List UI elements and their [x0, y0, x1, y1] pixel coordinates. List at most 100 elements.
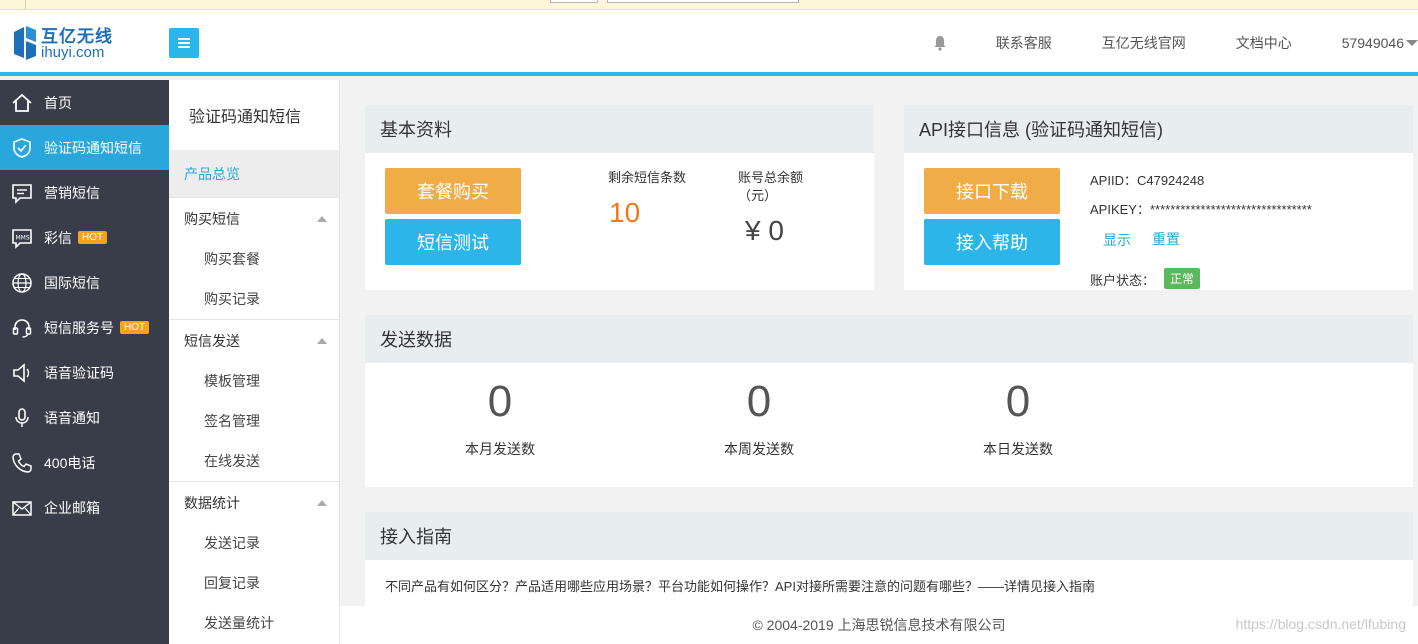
- logo-en-text: ihuyi.com: [41, 44, 105, 61]
- hot-badge: HOT: [78, 231, 108, 244]
- copyright-text: © 2004-2019 上海思锐信息技术有限公司: [752, 617, 1006, 633]
- daily-sent-label: 本日发送数: [983, 441, 1053, 457]
- sub-navigation: 验证码通知短信 产品总览 购买短信 购买套餐 购买记录 短信发送 模板管理 签名…: [169, 80, 340, 644]
- weekly-sent-value: 0: [746, 377, 772, 426]
- nav-link-support[interactable]: 联系客服: [996, 33, 1052, 53]
- svg-text:MMS: MMS: [16, 234, 30, 241]
- sidebar-item-400-phone[interactable]: 400电话: [0, 440, 169, 485]
- sidebar: 首页 验证码通知短信 营销短信 MMS 彩信 HOT 国际短信 短信服务号 HO…: [0, 80, 169, 644]
- subnav-item-overview[interactable]: 产品总览: [169, 150, 339, 197]
- integration-guide-panel: 接入指南 不同产品有如何区分？产品适用哪些应用场景？平台功能如何操作？API对接…: [365, 512, 1413, 606]
- collapse-up-icon: [317, 499, 327, 506]
- account-balance-label: 账号总余额（元）: [738, 170, 804, 203]
- show-apikey-link[interactable]: 显示: [1103, 230, 1131, 250]
- sidebar-item-verification-sms[interactable]: 验证码通知短信: [0, 125, 169, 170]
- subnav-item-reply-records[interactable]: 回复记录: [169, 563, 339, 603]
- sidebar-item-voice-verification[interactable]: 语音验证码: [0, 350, 169, 395]
- menu-toggle-button[interactable]: [169, 28, 199, 58]
- sms-test-button[interactable]: 短信测试: [385, 219, 521, 265]
- sidebar-item-home[interactable]: 首页: [0, 80, 169, 125]
- apiid-row: APIID：C47924248: [1090, 170, 1204, 189]
- panel-title: 接入指南: [365, 512, 1413, 560]
- sidebar-item-label: 首页: [44, 94, 72, 111]
- logo[interactable]: 互亿无线 ihuyi.com: [12, 20, 142, 64]
- panel-title: 基本资料: [365, 105, 874, 153]
- monthly-sent-value: 0: [487, 377, 513, 426]
- subnav-item-template-management[interactable]: 模板管理: [169, 361, 339, 401]
- apikey-label: APIKEY：: [1090, 202, 1150, 217]
- apikey-value: ********************************: [1149, 202, 1312, 217]
- sidebar-item-sms-service-account[interactable]: 短信服务号 HOT: [0, 305, 169, 350]
- apikey-row: APIKEY：********************************: [1090, 199, 1312, 218]
- subnav-item-send-records[interactable]: 发送记录: [169, 523, 339, 563]
- message-icon: [10, 181, 34, 205]
- sidebar-item-mms[interactable]: MMS 彩信 HOT: [0, 215, 169, 260]
- sidebar-item-label: 国际短信: [44, 274, 100, 291]
- bell-icon[interactable]: [932, 35, 948, 51]
- caret-down-icon: [1406, 40, 1418, 46]
- apiid-label: APIID：: [1090, 173, 1137, 188]
- subnav-item-online-send[interactable]: 在线发送: [169, 441, 339, 481]
- sidebar-item-label: 短信服务号: [44, 319, 114, 336]
- subnav-group-label: 数据统计: [184, 494, 240, 511]
- subnav-group-sms-send[interactable]: 短信发送: [169, 319, 339, 361]
- browser-notification-bar: [0, 0, 1418, 10]
- send-data-panel: 发送数据 0 本月发送数 0 本周发送数 0 本日发送数: [365, 315, 1413, 487]
- sidebar-item-enterprise-mail[interactable]: 企业邮箱: [0, 485, 169, 530]
- subnav-item-buy-package[interactable]: 购买套餐: [169, 239, 339, 279]
- microphone-icon: [10, 406, 34, 430]
- notification-bar-box[interactable]: [550, 0, 598, 3]
- subnav-group-buy-sms[interactable]: 购买短信: [169, 197, 339, 239]
- home-icon: [10, 91, 34, 115]
- sidebar-item-marketing-sms[interactable]: 营销短信: [0, 170, 169, 215]
- account-balance-value: ¥ 0: [745, 215, 784, 246]
- hot-badge: HOT: [120, 321, 150, 334]
- top-header: 互亿无线 ihuyi.com 联系客服 互亿无线官网 文档中心 57949046: [0, 10, 1418, 76]
- speaker-icon: [10, 361, 34, 385]
- reset-apikey-link[interactable]: 重置: [1152, 229, 1180, 249]
- notification-bar-input[interactable]: [607, 0, 799, 3]
- notification-bar-tab: [0, 0, 26, 10]
- remaining-sms-value: 10: [609, 197, 641, 228]
- monthly-sent-label: 本月发送数: [465, 441, 535, 457]
- account-status-label: 账户状态：: [1090, 273, 1156, 288]
- basic-info-panel: 基本资料 套餐购买 短信测试 剩余短信条数 10 账号总余额（元） ¥ 0: [365, 105, 874, 290]
- sidebar-item-label: 彩信: [44, 229, 72, 246]
- guide-text[interactable]: 不同产品有如何区分？产品适用哪些应用场景？平台功能如何操作？API对接所需要注意…: [385, 576, 1095, 595]
- panel-title: 发送数据: [365, 315, 1413, 363]
- logo-cube-icon: [14, 26, 36, 60]
- sidebar-item-label: 语音验证码: [44, 364, 114, 381]
- weekly-sent-label: 本周发送数: [724, 441, 794, 457]
- sidebar-item-international-sms[interactable]: 国际短信: [0, 260, 169, 305]
- globe-icon: [10, 271, 34, 295]
- apiid-value: C47924248: [1136, 173, 1205, 188]
- headset-icon: [10, 316, 34, 340]
- sidebar-item-label: 营销短信: [44, 184, 100, 201]
- api-download-button[interactable]: 接口下载: [924, 168, 1060, 214]
- phone-icon: [10, 451, 34, 475]
- user-id: 57949046: [1341, 35, 1404, 51]
- hamburger-icon: [178, 38, 190, 48]
- nav-link-docs[interactable]: 文档中心: [1236, 33, 1292, 53]
- subnav-item-signature-management[interactable]: 签名管理: [169, 401, 339, 441]
- subnav-group-label: 短信发送: [184, 332, 240, 349]
- collapse-up-icon: [317, 215, 327, 222]
- collapse-up-icon: [317, 337, 327, 344]
- subnav-group-statistics[interactable]: 数据统计: [169, 481, 339, 523]
- subnav-item-purchase-records[interactable]: 购买记录: [169, 279, 339, 319]
- subnav-group-label: 购买短信: [184, 210, 240, 227]
- sidebar-item-voice-notification[interactable]: 语音通知: [0, 395, 169, 440]
- user-menu[interactable]: 57949046: [1342, 35, 1418, 51]
- shield-icon: [10, 136, 34, 160]
- sidebar-item-label: 语音通知: [44, 409, 100, 426]
- daily-sent-value: 0: [1005, 377, 1031, 426]
- main-content: 基本资料 套餐购买 短信测试 剩余短信条数 10 账号总余额（元） ¥ 0 AP…: [340, 80, 1418, 644]
- subnav-title: 验证码通知短信: [189, 109, 302, 126]
- integration-help-button[interactable]: 接入帮助: [924, 219, 1060, 265]
- subnav-item-send-volume-stats[interactable]: 发送量统计: [169, 603, 339, 643]
- nav-link-official-site[interactable]: 互亿无线官网: [1102, 33, 1186, 53]
- mms-icon: MMS: [10, 226, 34, 250]
- header-nav: 联系客服 互亿无线官网 文档中心 57949046: [932, 10, 1418, 76]
- mail-icon: [10, 496, 34, 520]
- buy-package-button[interactable]: 套餐购买: [385, 168, 521, 214]
